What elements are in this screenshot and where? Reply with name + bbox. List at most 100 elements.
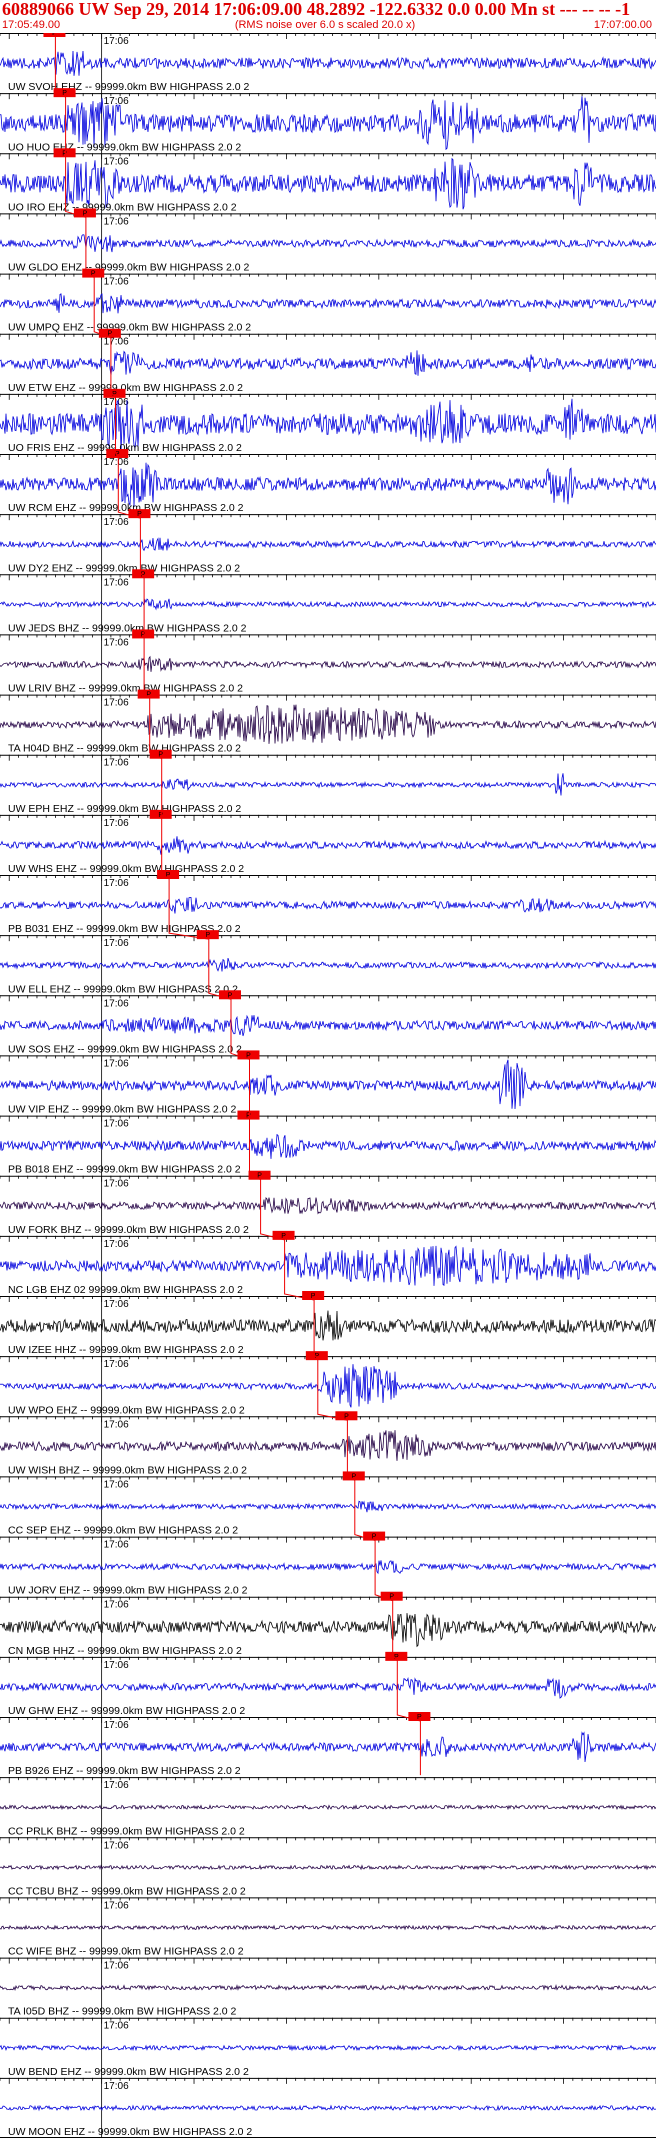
waveform: [0, 773, 656, 796]
minute-tick-label: 17:06: [104, 1419, 129, 1430]
station-label: UW WISH BHZ -- 99999.0km BW HIGHPASS 2.0…: [8, 1464, 247, 1476]
station-label: UO IRO EHZ -- 99999.0km BW HIGHPASS 2.0 …: [8, 201, 237, 213]
trace-row: 17:06 CN MGB HHZ -- 99999.0km BW HIGHPASS…: [0, 1591, 656, 1657]
trace-row: 17:06 UW JEDS BHZ -- 99999.0km BW HIGHPAS…: [0, 569, 656, 635]
trace-row: 17:06UO HUO EHZ -- 99999.0km BW HIGHPASS…: [0, 88, 656, 154]
pick-label: P: [344, 1413, 349, 1420]
station-label: UW WHS EHZ -- 99999.0km BW HIGHPASS 2.0 …: [8, 863, 244, 875]
trace-row: 17:06 UW UMPQ EHZ -- 99999.0km BW HIGHPAS…: [0, 268, 656, 334]
waveform: [0, 1014, 656, 1037]
minute-tick-label: 17:06: [104, 1058, 129, 1069]
minute-tick-label: 17:06: [104, 1119, 129, 1130]
waveform: [0, 350, 656, 376]
minute-tick-label: 17:06: [104, 216, 129, 227]
waveform: [0, 1804, 656, 1811]
trace-row: 17:06 UW WHS EHZ -- 99999.0km BW HIGHPASS…: [0, 809, 656, 875]
rms-noise-subtitle: (RMS noise over 6.0 s scaled 20.0 x): [234, 19, 416, 31]
minute-tick-label: 17:06: [104, 517, 129, 528]
minute-tick-label: 17:06: [104, 1479, 129, 1490]
waveform: [0, 598, 656, 611]
waveform: [0, 704, 656, 744]
trace-row: 17:06 UW SVOH EHZ -- 99999.0km BW HIGHPAS…: [0, 33, 656, 94]
waveform: [0, 462, 656, 508]
station-label: TA I05D BHZ -- 99999.0km BW HIGHPASS 2.0…: [8, 2006, 237, 2018]
minute-tick-label: 17:06: [104, 1179, 129, 1190]
station-label: UW BEND EHZ -- 99999.0km BW HIGHPASS 2.0…: [8, 2066, 249, 2078]
station-label: CN MGB HHZ -- 99999.0km BW HIGHPASS 2.0 …: [8, 1645, 242, 1657]
station-label: UW SOS EHZ -- 99999.0km BW HIGHPASS 2.0 …: [8, 1043, 242, 1055]
waveform: [0, 1310, 656, 1341]
minute-tick-label: 17:06: [104, 637, 129, 648]
minute-tick-label: 17:06: [104, 1840, 129, 1851]
event-title: 60889066 UW Sep 29, 2014 17:06:09.00 48.…: [2, 0, 631, 19]
waveform: [0, 1133, 656, 1159]
minute-tick-label: 17:06: [104, 277, 129, 288]
trace-row: 17:06 UW EPH EHZ -- 99999.0km BW HIGHPASS…: [0, 749, 656, 815]
station-label: CC WIFE BHZ -- 99999.0km BW HIGHPASS 2.0…: [8, 1946, 244, 1958]
waveform: [0, 957, 656, 972]
station-label: UW FORK BHZ -- 99999.0km BW HIGHPASS 2.0…: [8, 1224, 249, 1236]
trace-row: 17:06 UW SOS EHZ -- 99999.0km BW HIGHPASS…: [0, 990, 656, 1056]
station-label: PB B018 EHZ -- 99999.0km BW HIGHPASS 2.0…: [8, 1164, 241, 1176]
station-label: UW VIP EHZ -- 99999.0km BW HIGHPASS 2.0 …: [8, 1104, 237, 1116]
start-time-label: 17:05:49.00: [2, 19, 61, 31]
trace-row: 17:06 UW GLDO EHZ -- 99999.0km BW HIGHPAS…: [0, 208, 656, 274]
trace-row: 17:06 UW ELL EHZ -- 99999.0km BW HIGHPASS…: [0, 930, 656, 996]
minute-tick-label: 17:06: [104, 818, 129, 829]
station-label: UW RCM EHZ -- 99999.0km BW HIGHPASS 2.0 …: [8, 502, 244, 514]
station-label: NC LGB EHZ 02 99999.0km BW HIGHPASS 2.0 …: [8, 1284, 243, 1296]
waveform: [0, 1984, 656, 1992]
seismogram-plot: 17:06 UW SVOH EHZ -- 99999.0km BW HIGHPAS…: [0, 33, 656, 2138]
pick-label: P: [52, 33, 57, 37]
minute-tick-label: 17:06: [104, 1239, 129, 1250]
trace-row: 17:06 TA H04D BHZ -- 99999.0km BW HIGHPAS…: [0, 689, 656, 755]
station-label: UW JEDS BHZ -- 99999.0km BW HIGHPASS 2.0…: [8, 622, 247, 634]
trace-row: 17:06 UW IZEE HHZ -- 99999.0km BW HIGHPAS…: [0, 1291, 656, 1357]
waveform: [0, 234, 656, 253]
minute-tick-label: 17:06: [104, 156, 129, 167]
station-label: UW SVOH EHZ -- 99999.0km BW HIGHPASS 2.0…: [8, 81, 250, 93]
station-label: UO HUO EHZ -- 99999.0km BW HIGHPASS 2.0 …: [8, 141, 241, 153]
waveform: [0, 1500, 656, 1513]
pick-label: P: [141, 631, 146, 638]
minute-tick-label: 17:06: [104, 878, 129, 889]
station-label: UW EPH EHZ -- 99999.0km BW HIGHPASS 2.0 …: [8, 803, 241, 815]
pick-label: P: [311, 1293, 316, 1300]
station-label: UW GHW EHZ -- 99999.0km BW HIGHPASS 2.0 …: [8, 1705, 245, 1717]
trace-row: 17:06 UW DY2 EHZ -- 99999.0km BW HIGHPASS…: [0, 509, 656, 575]
waveform: [0, 1364, 656, 1408]
waveform: [0, 2044, 656, 2052]
waveform: [0, 655, 656, 672]
station-label: PB B926 EHZ -- 99999.0km BW HIGHPASS 2.0…: [8, 1765, 241, 1777]
trace-row: 17:06 NC LGB EHZ 02 99999.0km BW HIGHPASS…: [0, 1230, 656, 1296]
station-label: UW ELL EHZ -- 99999.0km BW HIGHPASS 2.0 …: [8, 983, 238, 995]
station-label: UW MOON EHZ -- 99999.0km BW HIGHPASS 2.0…: [8, 2126, 252, 2138]
pick-label: P: [158, 812, 163, 819]
waveform: [0, 50, 656, 76]
waveform: [0, 1197, 656, 1215]
minute-tick-label: 17:06: [104, 1961, 129, 1972]
minute-tick-label: 17:06: [104, 36, 129, 47]
trace-row: 17:06 UW WISH BHZ -- 99999.0km BW HIGHPAS…: [0, 1411, 656, 1477]
minute-tick-label: 17:06: [104, 397, 129, 408]
station-label: CC PRLK BHZ -- 99999.0km BW HIGHPASS 2.0…: [8, 1825, 245, 1837]
trace-row: 17:06 UW MOON EHZ -- 99999.0km BW HIGHPAS…: [0, 2077, 656, 2138]
trace-row: 17:06 CC TCBU BHZ -- 99999.0km BW HIGHPAS…: [0, 1837, 656, 1898]
trace-row: 17:06 UW WPO EHZ -- 99999.0km BW HIGHPASS…: [0, 1351, 656, 1417]
minute-tick-label: 17:06: [104, 758, 129, 769]
pick-label: P: [62, 150, 67, 157]
trace-row: 17:06 UW FORK BHZ -- 99999.0km BW HIGHPAS…: [0, 1170, 656, 1236]
minute-tick-label: 17:06: [104, 1600, 129, 1611]
trace-row: 17:06 CC PRLK BHZ -- 99999.0km BW HIGHPAS…: [0, 1777, 656, 1838]
trace-row: 17:06 UW BEND EHZ -- 99999.0km BW HIGHPAS…: [0, 2017, 656, 2078]
trace-row: 17:06 UW LRIV BHZ -- 99999.0km BW HIGHPAS…: [0, 629, 656, 695]
trace-row: 17:06 PB B018 EHZ -- 99999.0km BW HIGHPAS…: [0, 1110, 656, 1176]
waveform: [0, 1245, 656, 1286]
minute-tick-label: 17:06: [104, 337, 129, 348]
minute-tick-label: 17:06: [104, 1900, 129, 1911]
waveform: [0, 1864, 656, 1871]
minute-tick-label: 17:06: [104, 457, 129, 468]
pick-label: P: [246, 1113, 251, 1120]
waveform: [0, 836, 656, 855]
waveform: [0, 896, 656, 914]
